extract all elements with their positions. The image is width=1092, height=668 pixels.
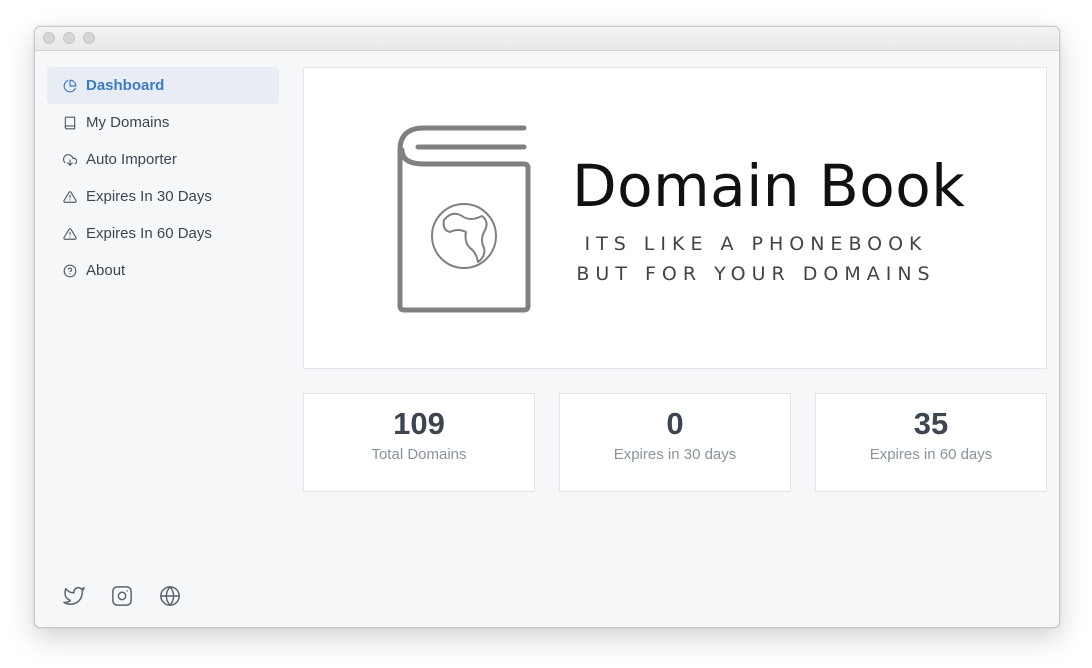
sidebar-item-label: Auto Importer <box>86 151 177 168</box>
app-window: Dashboard My Domains Auto Importer Expir… <box>34 26 1060 628</box>
social-links <box>63 585 181 607</box>
sidebar-item-expires-60[interactable]: Expires In 60 Days <box>47 215 279 252</box>
sidebar-item-dashboard[interactable]: Dashboard <box>47 67 279 104</box>
stat-card-expires-30: 0 Expires in 30 days <box>559 393 791 492</box>
logo-banner: Domain Book ITS LIKE A PHONEBOOK BUT FOR… <box>303 67 1047 369</box>
book-icon <box>63 116 77 130</box>
minimize-window-button[interactable] <box>63 32 75 44</box>
stat-card-total: 109 Total Domains <box>303 393 535 492</box>
stats-row: 109 Total Domains 0 Expires in 30 days 3… <box>303 393 1047 492</box>
tagline-line-1: ITS LIKE A PHONEBOOK <box>584 233 928 255</box>
sidebar-item-label: Dashboard <box>86 77 165 94</box>
stat-value: 0 <box>666 406 684 441</box>
stat-label: Expires in 60 days <box>869 446 993 463</box>
sidebar: Dashboard My Domains Auto Importer Expir… <box>47 67 279 289</box>
tagline-line-2: BUT FOR YOUR DOMAINS <box>576 263 936 285</box>
title-bar <box>35 27 1059 51</box>
stat-label: Total Domains <box>371 446 467 463</box>
stat-value: 35 <box>913 406 949 441</box>
stat-label: Expires in 30 days <box>613 446 737 463</box>
twitter-icon[interactable] <box>63 585 85 607</box>
sidebar-item-auto-importer[interactable]: Auto Importer <box>47 141 279 178</box>
sidebar-item-label: Expires In 60 Days <box>86 225 212 242</box>
help-circle-icon <box>63 264 77 278</box>
sidebar-item-my-domains[interactable]: My Domains <box>47 104 279 141</box>
zoom-window-button[interactable] <box>83 32 95 44</box>
sidebar-item-about[interactable]: About <box>47 252 279 289</box>
pie-chart-icon <box>63 79 77 93</box>
sidebar-item-label: About <box>86 262 126 279</box>
book-logo-icon <box>397 125 531 313</box>
warning-icon <box>63 227 77 241</box>
brand-title: Domain Book <box>572 152 966 220</box>
sidebar-item-label: Expires In 30 Days <box>86 188 212 205</box>
cloud-download-icon <box>63 153 77 167</box>
globe-icon[interactable] <box>159 585 181 607</box>
sidebar-item-expires-30[interactable]: Expires In 30 Days <box>47 178 279 215</box>
stat-value: 109 <box>393 406 445 441</box>
instagram-icon[interactable] <box>111 585 133 607</box>
stat-card-expires-60: 35 Expires in 60 days <box>815 393 1047 492</box>
sidebar-item-label: My Domains <box>86 114 170 131</box>
main-content: Domain Book ITS LIKE A PHONEBOOK BUT FOR… <box>303 67 1047 492</box>
warning-icon <box>63 190 77 204</box>
close-window-button[interactable] <box>43 32 55 44</box>
